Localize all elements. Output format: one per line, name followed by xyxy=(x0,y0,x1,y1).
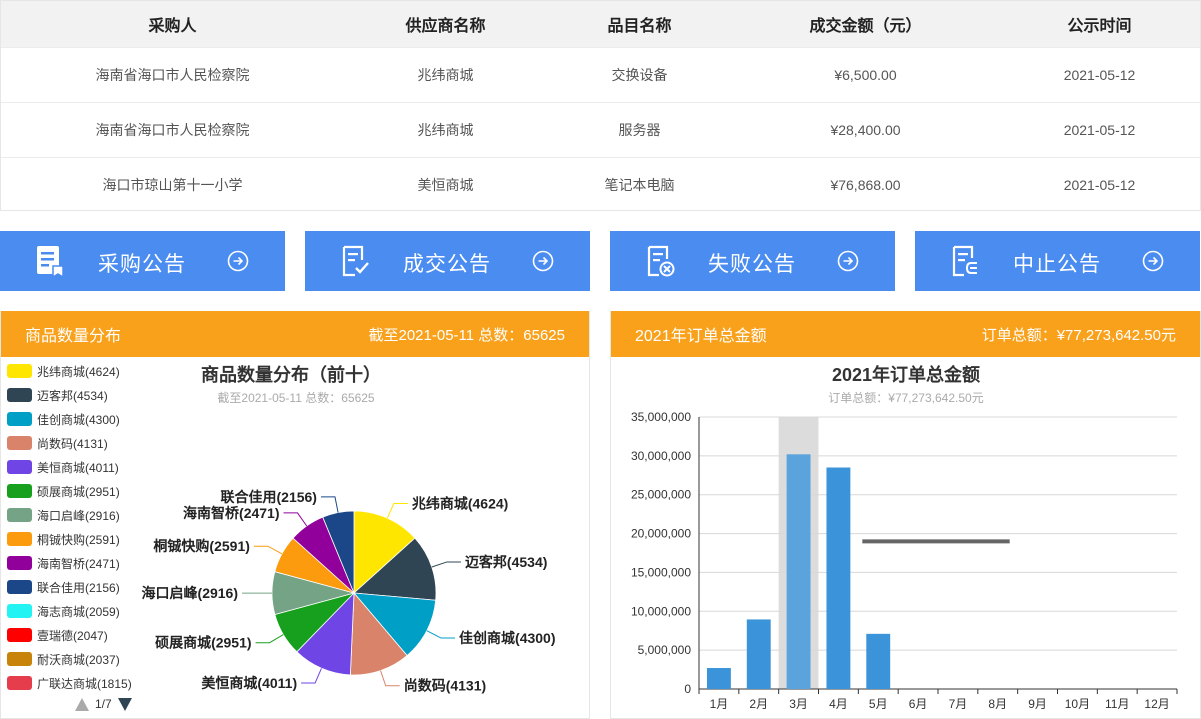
header-date: 公示时间 xyxy=(1067,18,1132,35)
y-tick-label: 20,000,000 xyxy=(631,527,691,541)
button-label: 失败公告 xyxy=(708,253,796,276)
pie-label-line xyxy=(380,670,400,687)
pie-label: 尚数码(4131) xyxy=(404,678,486,694)
x-tick-label: 2月 xyxy=(749,697,768,711)
y-tick-label: 0 xyxy=(684,682,691,696)
announcement-table: 采购人 供应商名称 品目名称 成交金额（元） 公示时间 海南省海口市人民检察院 … xyxy=(0,0,1201,211)
product-distribution-panel: 商品数量分布 截至2021-05-11 总数：65625 兆纬商城(4624) 迈… xyxy=(0,311,590,719)
cell-item: 笔记本电脑 xyxy=(604,177,675,193)
y-tick-label: 25,000,000 xyxy=(631,488,691,502)
table-header: 采购人 供应商名称 品目名称 成交金额（元） 公示时间 xyxy=(1,1,1200,47)
cell-item: 交换设备 xyxy=(611,67,668,83)
x-tick-label: 9月 xyxy=(1028,697,1047,711)
cell-date: 2021-05-12 xyxy=(1063,67,1136,83)
cell-supplier: 美恒商城 xyxy=(417,177,474,193)
pie-chart: 兆纬商城(4624) 迈客邦(4534) 佳创商城(4300) 尚数码(4131) 美恒… xyxy=(142,489,556,694)
failed-announcement-button[interactable]: 失败公告 xyxy=(610,231,895,291)
arrow-right-circle-icon xyxy=(532,250,554,272)
header-amount: 成交金额（元） xyxy=(809,18,922,35)
y-tick-label: 30,000,000 xyxy=(631,449,691,463)
pie-label: 兆纬商城(4624) xyxy=(412,495,508,511)
bar[interactable] xyxy=(706,668,731,689)
pie-label-line xyxy=(431,561,461,568)
y-tick-label: 15,000,000 xyxy=(631,565,691,579)
pie-label-line xyxy=(426,630,456,639)
arrow-right-circle-icon xyxy=(837,250,859,272)
table-row[interactable]: 海口市琼山第十一小学 美恒商城 笔记本电脑 ¥76,868.00 2021-05… xyxy=(1,157,1200,212)
bar[interactable] xyxy=(826,467,851,689)
bar[interactable] xyxy=(786,454,811,689)
button-label: 中止公告 xyxy=(1013,253,1101,276)
cell-amount: ¥6,500.00 xyxy=(834,67,897,83)
document-close-icon xyxy=(647,245,675,277)
order-total-panel: 2021年订单总金额 订单总额：¥77,273,642.50元 2021年订单总… xyxy=(610,311,1201,719)
x-tick-label: 8月 xyxy=(988,697,1007,711)
bar[interactable] xyxy=(866,633,891,689)
x-tick-label: 5月 xyxy=(869,697,888,711)
x-tick-label: 3月 xyxy=(789,697,808,711)
cell-date: 2021-05-12 xyxy=(1063,177,1136,193)
purchase-announcement-button[interactable]: 采购公告 xyxy=(0,231,285,291)
pie-label: 桐铖快购(2591) xyxy=(153,538,249,554)
header-supplier: 供应商名称 xyxy=(405,18,486,35)
pie-label: 佳创商城(4300) xyxy=(459,630,555,646)
arrow-right-circle-icon xyxy=(1142,250,1164,272)
cell-purchaser: 海南省海口市人民检察院 xyxy=(95,122,250,138)
deal-announcement-button[interactable]: 成交公告 xyxy=(305,231,590,291)
header-purchaser: 采购人 xyxy=(148,18,197,35)
pie-label: 美恒商城(4011) xyxy=(201,675,297,691)
y-tick-label: 5,000,000 xyxy=(638,643,692,657)
x-tick-label: 11月 xyxy=(1105,697,1129,711)
button-label: 成交公告 xyxy=(403,253,491,276)
arrow-right-circle-icon xyxy=(227,250,249,272)
pie-label-line xyxy=(255,634,284,644)
x-tick-label: 6月 xyxy=(909,697,928,711)
x-tick-label: 4月 xyxy=(829,697,848,711)
x-tick-label: 7月 xyxy=(949,697,968,711)
pie-label: 迈客邦(4534) xyxy=(465,554,547,570)
document-stop-icon xyxy=(952,245,977,277)
table-row[interactable]: 海南省海口市人民检察院 兆纬商城 交换设备 ¥6,500.00 2021-05-… xyxy=(1,47,1200,102)
x-tick-label: 10月 xyxy=(1065,697,1090,711)
pie-label-line xyxy=(283,512,308,527)
table-row[interactable]: 海南省海口市人民检察院 兆纬商城 服务器 ¥28,400.00 2021-05-… xyxy=(1,102,1200,157)
pie-label-line xyxy=(320,496,339,513)
cell-item: 服务器 xyxy=(618,122,661,138)
suspended-announcement-button[interactable]: 中止公告 xyxy=(915,231,1200,291)
cell-supplier: 兆纬商城 xyxy=(417,122,474,138)
x-tick-label: 1月 xyxy=(710,697,729,711)
document-check-icon xyxy=(342,245,369,277)
pie-label-line xyxy=(253,545,283,555)
y-tick-label: 35,000,000 xyxy=(631,410,691,424)
cell-purchaser: 海口市琼山第十一小学 xyxy=(102,177,243,193)
button-label: 采购公告 xyxy=(98,253,186,276)
pie-label-line xyxy=(386,502,408,519)
pie-label: 海南智桥(2471) xyxy=(183,505,279,521)
y-tick-label: 10,000,000 xyxy=(631,604,691,618)
bar[interactable] xyxy=(746,619,771,689)
pie-label-line xyxy=(301,668,322,684)
header-item: 品目名称 xyxy=(607,18,672,35)
document-edit-icon xyxy=(37,246,64,278)
x-tick-label: 12月 xyxy=(1144,697,1169,711)
bar-chart: 0 5,000,000 10,000,000 15,000,000 20,000,000… xyxy=(631,410,1178,711)
cell-amount: ¥76,868.00 xyxy=(830,177,901,193)
cell-date: 2021-05-12 xyxy=(1063,122,1136,138)
pie-label: 联合佳用(2156) xyxy=(221,489,317,505)
cell-supplier: 兆纬商城 xyxy=(417,67,474,83)
cell-amount: ¥28,400.00 xyxy=(830,122,901,138)
pie-label: 硕展商城(2951) xyxy=(155,635,251,651)
cell-purchaser: 海南省海口市人民检察院 xyxy=(95,67,250,83)
pie-label: 海口启峰(2916) xyxy=(142,585,238,601)
